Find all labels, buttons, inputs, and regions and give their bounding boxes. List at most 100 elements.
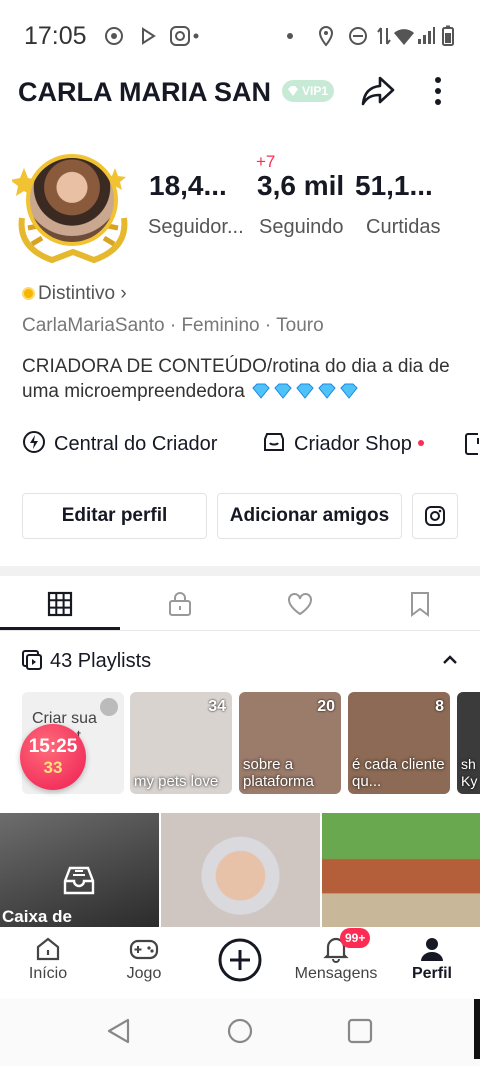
following-label[interactable]: Seguindo	[259, 216, 344, 239]
shop-notification-dot	[417, 440, 424, 446]
creator-shop-label: Criador Shop	[294, 433, 412, 455]
share-icon[interactable]	[360, 74, 396, 108]
tab-liked[interactable]	[240, 578, 360, 630]
more-options-icon[interactable]	[428, 74, 448, 108]
tab-divider	[0, 630, 480, 631]
likes-label[interactable]: Curtidas	[366, 216, 440, 239]
more-links-icon[interactable]	[464, 432, 480, 456]
reward-timer-bubble[interactable]: 15:25 33	[20, 724, 86, 790]
play-icon	[142, 27, 156, 45]
dot-icon	[287, 33, 293, 39]
bottom-navigation: Início Jogo Mensagens Perfil	[0, 927, 480, 999]
tab-videos[interactable]	[0, 578, 120, 630]
badge-label: Distintivo	[38, 283, 116, 304]
creator-center-label: Central do Criador	[54, 433, 218, 455]
status-bar: 17:05	[0, 0, 480, 72]
system-navigation-bar	[0, 999, 480, 1066]
close-icon[interactable]	[100, 698, 118, 716]
avatar[interactable]	[26, 154, 118, 246]
battery-icon	[442, 25, 454, 46]
do-not-disturb-icon	[349, 27, 367, 45]
diamond-emoji-icon	[318, 383, 336, 399]
playlist-title: sh Ky	[461, 756, 478, 789]
messages-count-badge: 99+	[340, 928, 371, 948]
playlist-card[interactable]: 34 my pets love	[130, 692, 232, 794]
screen-edge-bar	[474, 999, 480, 1059]
add-friends-button[interactable]: Adicionar amigos	[217, 493, 402, 539]
create-post-button[interactable]	[217, 937, 263, 983]
home-circle-icon[interactable]	[226, 1017, 254, 1045]
chevron-up-icon[interactable]	[440, 650, 460, 670]
notification-dot-icon	[193, 33, 199, 39]
new-followers-badge: +7	[256, 152, 276, 171]
diamond-emoji-icon	[274, 383, 292, 399]
badge-link[interactable]: Distintivo ›	[22, 283, 127, 305]
profile-icon	[421, 938, 443, 961]
nav-messages-label: Mensagens	[294, 965, 378, 982]
diamond-emoji-icon	[252, 383, 270, 399]
nav-games[interactable]: Jogo	[114, 927, 174, 999]
tab-saved[interactable]	[360, 578, 480, 630]
followers-label[interactable]: Seguidor...	[148, 216, 246, 239]
instagram-notification-icon	[170, 26, 190, 46]
instagram-icon	[425, 506, 445, 526]
wifi-icon	[394, 29, 414, 45]
playlist-video-count: 34	[208, 698, 226, 715]
profile-meta: CarlaMariaSanto · Feminino · Touro	[22, 315, 324, 336]
nav-profile-label: Perfil	[411, 965, 452, 982]
playlist-video-count: 8	[435, 698, 444, 715]
chevron-right-icon: ›	[115, 283, 127, 304]
playlist-icon	[22, 650, 42, 670]
playlist-title: sobre a plataforma	[243, 756, 314, 790]
bio-text: CRIADORA DE CONTEÚDO/rotina do dia a dia…	[22, 356, 450, 402]
following-count[interactable]: 3,6 mil	[257, 170, 344, 202]
shop-icon	[264, 433, 284, 451]
timer-coins: 33	[43, 758, 63, 777]
grid-icon	[47, 591, 73, 617]
playlists-header[interactable]: 43 Playlists	[22, 648, 151, 674]
status-time: 17:05	[24, 22, 87, 50]
drafts-label: Caixa de	[2, 907, 72, 926]
playlist-title: é cada cliente qu...	[352, 756, 445, 790]
nav-games-label: Jogo	[126, 965, 162, 982]
nav-profile[interactable]: Perfil	[402, 927, 462, 999]
instagram-link-button[interactable]	[412, 493, 458, 539]
video-tile[interactable]	[322, 813, 480, 927]
timer-time: 15:25	[28, 736, 78, 757]
recent-apps-icon[interactable]	[346, 1017, 374, 1045]
creator-center-link[interactable]: Central do Criador	[22, 430, 217, 458]
nav-home-label: Início	[28, 965, 68, 982]
playlist-title: my pets love	[134, 773, 219, 790]
location-icon	[318, 25, 334, 47]
creator-center-icon	[23, 431, 45, 453]
back-icon[interactable]	[104, 1017, 134, 1045]
tab-private[interactable]	[120, 578, 240, 630]
vip-badge[interactable]: VIP1	[282, 80, 334, 102]
playlist-card[interactable]: 20 sobre a plataforma	[239, 692, 341, 794]
gamepad-icon	[129, 939, 159, 960]
diamond-emoji-icon	[296, 383, 314, 399]
lock-icon	[169, 592, 191, 616]
profile-username: CARLA MARIA SAN	[18, 77, 271, 107]
home-icon	[36, 937, 60, 961]
playlist-card[interactable]: sh Ky	[457, 692, 480, 794]
bookmark-icon	[411, 592, 429, 617]
playlist-card[interactable]: 8 é cada cliente qu...	[348, 692, 450, 794]
video-tile[interactable]	[161, 813, 320, 927]
vip-label: VIP1	[302, 84, 329, 98]
badge-icon	[22, 287, 35, 300]
drafts-video-tile[interactable]: Caixa de	[0, 813, 159, 927]
edit-profile-button[interactable]: Editar perfil	[22, 493, 207, 539]
likes-count[interactable]: 51,1...	[355, 170, 433, 202]
heart-icon	[288, 593, 312, 616]
creator-shop-link[interactable]: Criador Shop	[262, 430, 424, 458]
diamond-icon	[288, 86, 298, 96]
followers-count[interactable]: 18,4...	[149, 170, 227, 202]
screen-record-icon	[105, 27, 123, 45]
diamond-emoji-icon	[340, 383, 358, 399]
nav-home[interactable]: Início	[18, 927, 78, 999]
playlist-video-count: 20	[317, 698, 335, 715]
section-divider	[0, 566, 480, 576]
playlists-count-label: 43 Playlists	[50, 650, 152, 672]
profile-bio: CRIADORA DE CONTEÚDO/rotina do dia a dia…	[22, 354, 462, 404]
